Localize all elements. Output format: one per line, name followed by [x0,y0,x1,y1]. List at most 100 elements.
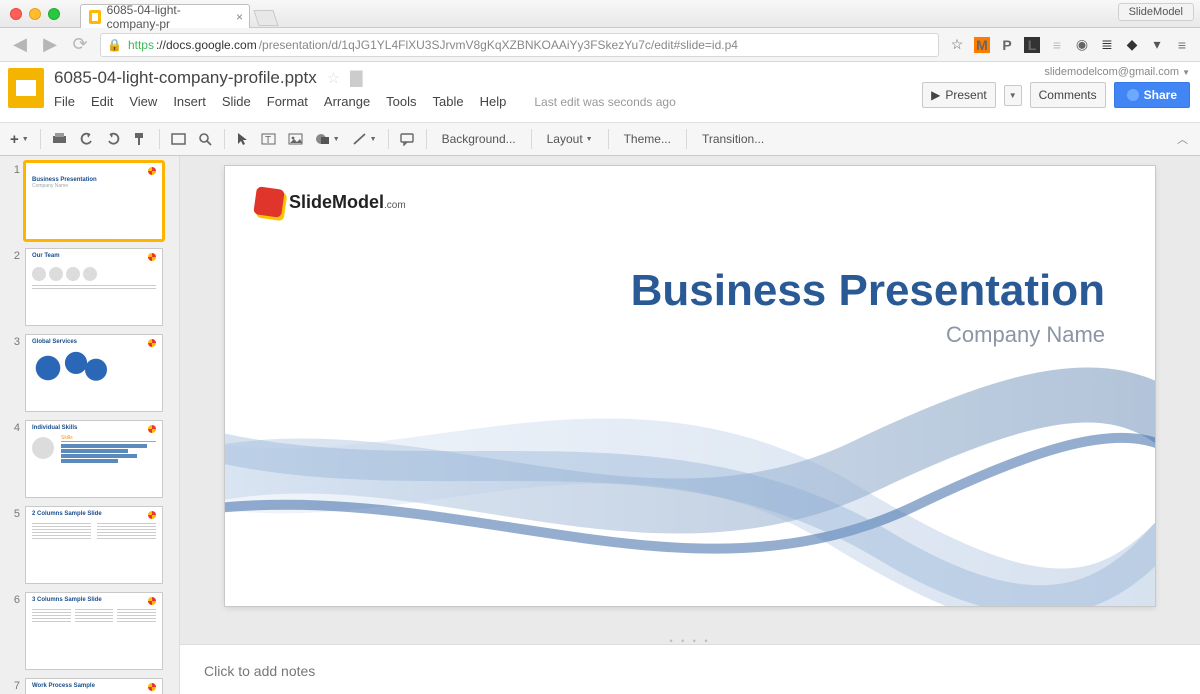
paint-format-button[interactable] [129,129,152,149]
thumb-subtitle: Company Name [32,183,156,189]
menu-help[interactable]: Help [480,94,507,109]
menu-file[interactable]: File [54,94,75,109]
menu-slide[interactable]: Slide [222,94,251,109]
new-slide-button[interactable]: +▼ [6,128,33,151]
wave-graphic [225,326,1155,606]
slide-thumbnail-6[interactable]: 3 Columns Sample Slide [25,592,163,670]
slides-app-icon[interactable] [8,68,44,108]
ext-misc3-icon[interactable]: ◆ [1124,37,1140,53]
chevron-down-icon: ▼ [586,136,593,143]
menu-tools[interactable]: Tools [386,94,416,109]
shape-tool-button[interactable]: ▼ [311,129,344,149]
menu-format[interactable]: Format [267,94,308,109]
ext-misc1-icon[interactable]: ≡ [1049,37,1065,53]
window-zoom-button[interactable] [48,8,60,20]
undo-button[interactable] [75,129,98,149]
slide-thumbnail-panel[interactable]: 1 Business Presentation Company Name 2 O… [0,156,180,694]
window-close-button[interactable] [10,8,22,20]
canvas-scroll[interactable]: SlideModel.com Business Presentation Com… [180,156,1200,638]
speaker-notes-input[interactable]: Click to add notes [180,644,1200,694]
address-bar[interactable]: 🔒 https ://docs.google.com /presentation… [100,33,939,57]
extension-badge[interactable]: SlideModel [1118,3,1194,21]
share-label: Share [1144,88,1177,102]
menu-table[interactable]: Table [433,94,464,109]
toolbar-collapse-icon[interactable]: ︿ [1177,131,1188,147]
slide-title[interactable]: Business Presentation [631,266,1105,316]
zoom-tool-button[interactable] [194,129,217,149]
thumb-number: 3 [6,334,20,348]
new-tab-button[interactable] [253,10,278,26]
textbox-tool-button[interactable]: T [257,129,280,149]
select-tool-button[interactable] [232,129,253,149]
slidemodel-logo-icon [148,597,156,605]
slidemodel-logo: SlideModel.com [255,188,406,216]
comment-insert-button[interactable] [396,129,419,149]
menu-view[interactable]: View [129,94,157,109]
slidemodel-logo-icon [148,167,156,175]
slide-thumbnail-2[interactable]: Our Team [25,248,163,326]
account-email[interactable]: slidemodelcom@gmail.com ▼ [922,66,1190,78]
slide-thumbnail-5[interactable]: 2 Columns Sample Slide [25,506,163,584]
nav-reload-icon[interactable]: ⟳ [70,34,90,55]
toolbar-separator [388,129,389,149]
ext-buffer-icon[interactable]: ≣ [1099,37,1115,53]
zoom-fit-button[interactable] [167,129,190,149]
line-tool-button[interactable]: ▼ [348,129,381,149]
account-email-text: slidemodelcom@gmail.com [1044,66,1179,78]
url-path: /presentation/d/1qJG1YL4FlXU3SJrvmV8gKqX… [259,38,738,52]
slide-thumbnail-4[interactable]: Individual Skills Skills [25,420,163,498]
browser-menu-icon[interactable]: ≡ [1174,37,1190,53]
slide-canvas[interactable]: SlideModel.com Business Presentation Com… [225,166,1155,606]
person-plus-icon [1127,89,1139,101]
share-button[interactable]: Share [1114,82,1190,108]
slide-thumbnail-7[interactable]: Work Process Sample [25,678,163,694]
ext-blue-icon[interactable]: ◉ [1074,37,1090,53]
slide-thumbnail-3[interactable]: Global Services [25,334,163,412]
toolbar-separator [686,129,687,149]
menu-insert[interactable]: Insert [173,94,206,109]
browser-tab-active[interactable]: 6085-04-light-company-pr × [80,4,250,28]
logo-text: SlideModel [289,192,384,212]
layout-button[interactable]: Layout▼ [539,129,601,149]
present-label: Present [945,88,986,102]
theme-button[interactable]: Theme... [616,129,679,149]
edit-status-text: Last edit was seconds ago [534,95,675,109]
ext-pinterest-icon[interactable]: P [999,37,1015,53]
svg-text:T: T [265,135,271,146]
url-scheme: https [128,38,154,52]
toolbar-separator [426,129,427,149]
ext-pocket-icon[interactable]: ▾ [1149,37,1165,53]
thumb-title: Our Team [32,253,156,259]
thumb-number: 7 [6,678,20,692]
thumb-number: 1 [6,162,20,176]
print-button[interactable] [48,129,71,149]
background-button[interactable]: Background... [434,129,524,149]
present-options-button[interactable]: ▼ [1004,85,1022,106]
ext-gm-icon[interactable]: M [974,37,990,53]
slidemodel-logo-icon [148,425,156,433]
star-document-icon[interactable]: ☆ [327,69,340,87]
ext-l-icon[interactable]: L [1024,37,1040,53]
menu-edit[interactable]: Edit [91,94,113,109]
document-title[interactable]: 6085-04-light-company-profile.pptx [54,68,317,88]
toolbar: +▼ T ▼ ▼ Background... Layout▼ Theme... … [0,122,1200,156]
toolbar-separator [608,129,609,149]
image-tool-button[interactable] [284,129,307,149]
thumb-title: Individual Skills [32,425,156,431]
present-button[interactable]: ▶ Present [922,82,996,108]
window-minimize-button[interactable] [29,8,41,20]
transition-button[interactable]: Transition... [694,129,772,149]
slide-subtitle[interactable]: Company Name [631,322,1105,348]
nav-back-icon[interactable]: ◀ [10,34,30,55]
browser-tab-title: 6085-04-light-company-pr [107,3,221,31]
bookmark-star-icon[interactable]: ☆ [949,37,965,53]
menu-arrange[interactable]: Arrange [324,94,370,109]
comments-button[interactable]: Comments [1030,82,1106,108]
redo-button[interactable] [102,129,125,149]
slidemodel-logo-icon [148,253,156,261]
work-area: 1 Business Presentation Company Name 2 O… [0,156,1200,694]
tab-close-icon[interactable]: × [236,10,243,24]
slide-thumbnail-1[interactable]: Business Presentation Company Name [25,162,163,240]
move-to-folder-icon[interactable]: ▇ [350,68,362,88]
nav-forward-icon[interactable]: ▶ [40,34,60,55]
